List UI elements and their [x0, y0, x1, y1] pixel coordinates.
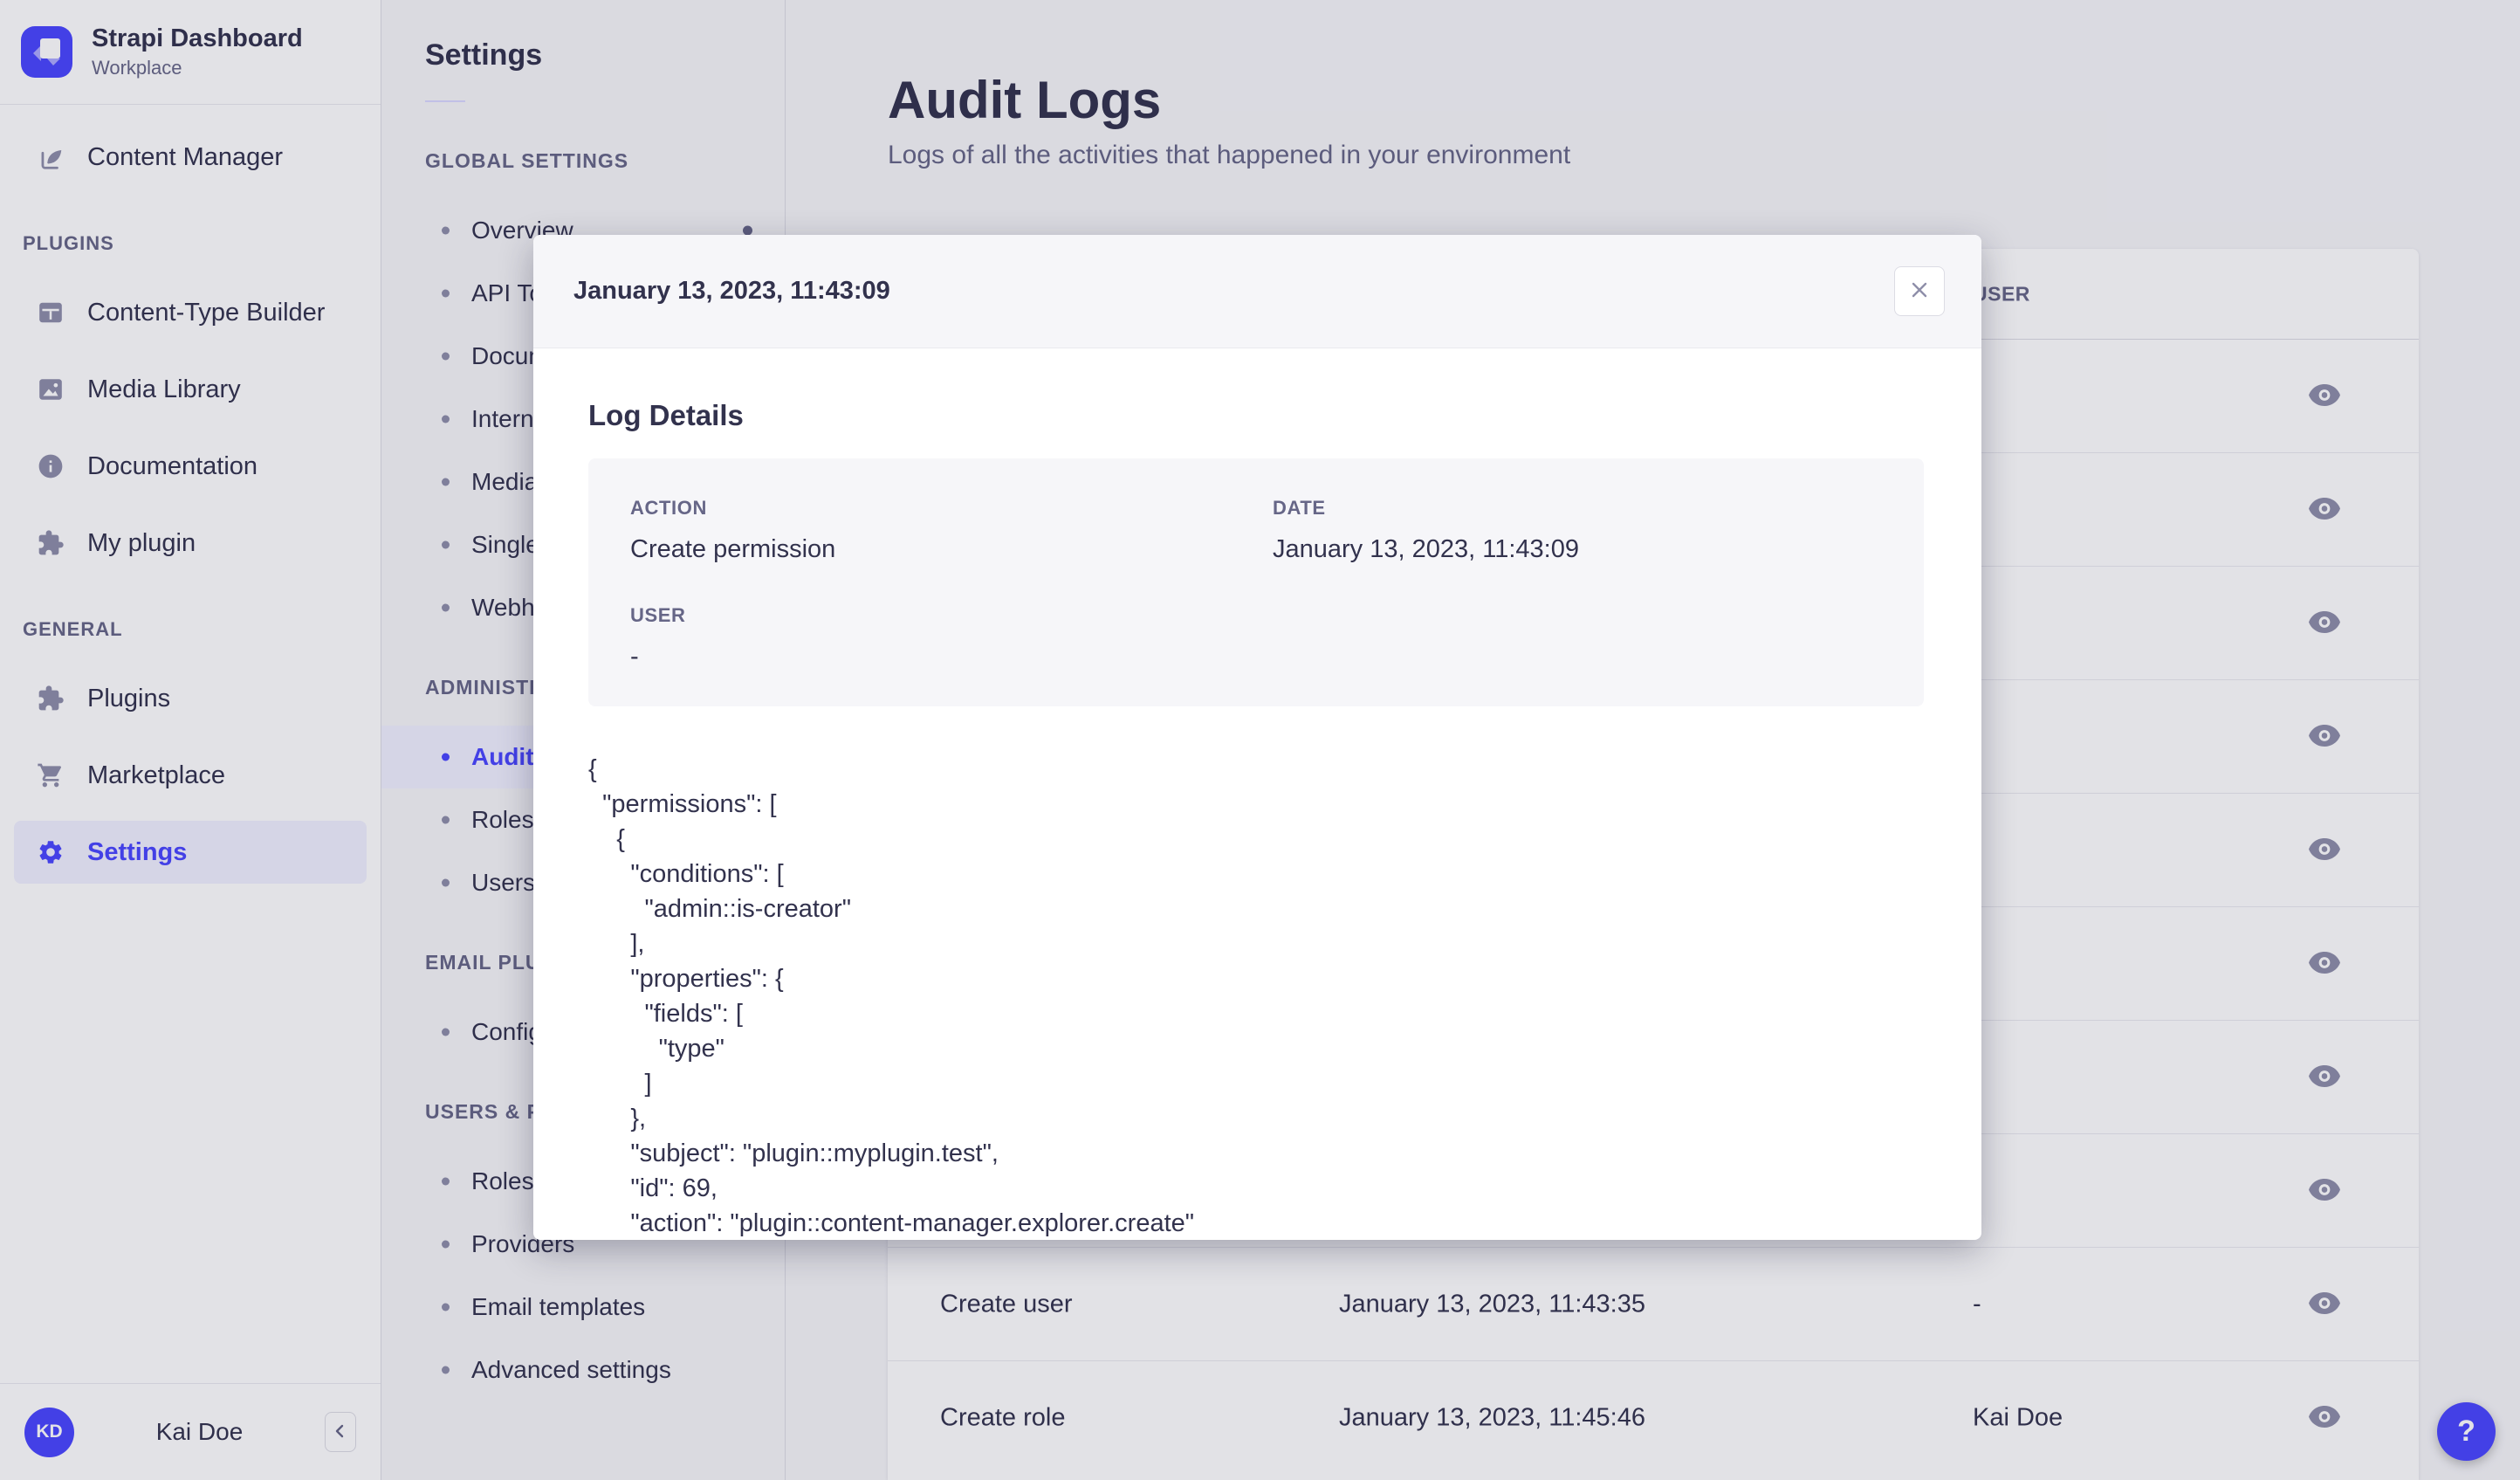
log-details-modal: January 13, 2023, 11:43:09 Log Details A…: [533, 235, 1981, 1240]
field-label: USER: [630, 604, 1273, 627]
close-icon: [1910, 280, 1929, 302]
log-field-user: USER -: [630, 604, 1273, 671]
log-field-action: ACTION Create permission: [630, 497, 1273, 564]
modal-close-button[interactable]: [1894, 266, 1945, 316]
field-value: Create permission: [630, 535, 1273, 564]
field-label: DATE: [1273, 497, 1898, 520]
log-details-box: ACTION Create permissionDATE January 13, 2…: [588, 458, 1924, 706]
payload-json-block: { "permissions": [ { "conditions": [ "ad…: [588, 752, 1924, 1240]
strapi-admin-app: Strapi Dashboard Workplace Content Manag…: [0, 0, 2520, 1480]
modal-header: January 13, 2023, 11:43:09: [533, 235, 1981, 348]
field-label: ACTION: [630, 497, 1273, 520]
log-field-date: DATE January 13, 2023, 11:43:09: [1273, 497, 1898, 564]
modal-title: January 13, 2023, 11:43:09: [573, 277, 1894, 306]
log-details-title: Log Details: [588, 399, 1924, 432]
field-value: -: [630, 643, 1273, 671]
modal-body: Log Details ACTION Create permissionDATE J…: [533, 348, 1981, 1240]
field-value: January 13, 2023, 11:43:09: [1273, 535, 1898, 564]
